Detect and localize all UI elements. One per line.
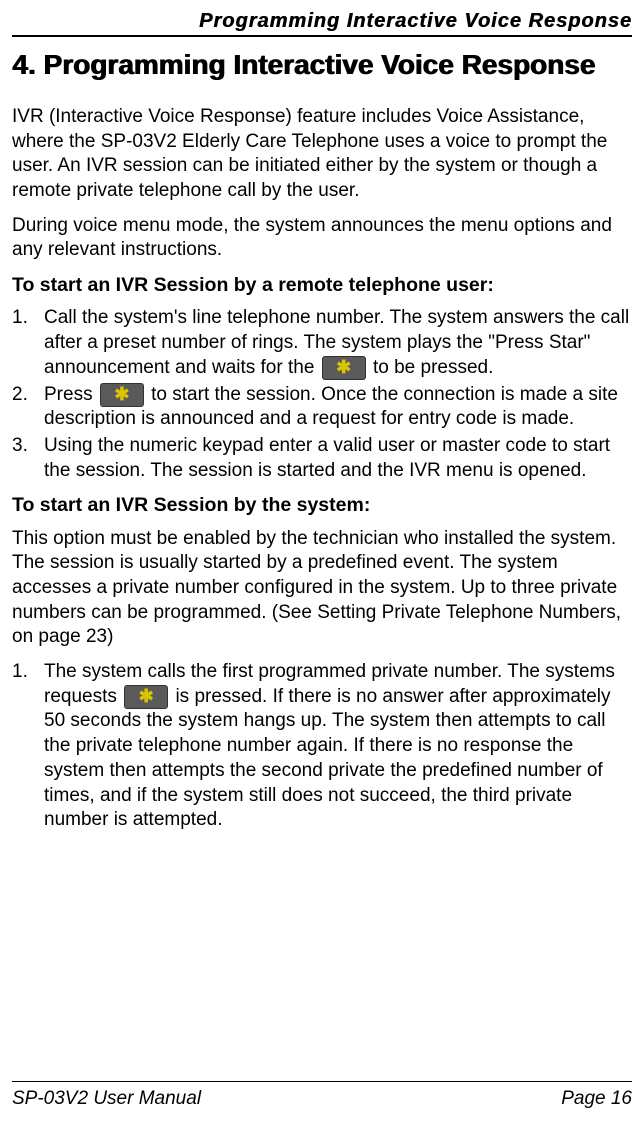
section-b-paragraph: This option must be enabled by the techn…	[12, 527, 632, 650]
list-text-post: to be pressed.	[373, 357, 493, 378]
list-number: 2.	[12, 383, 28, 408]
list-text-pre: Press	[44, 384, 98, 405]
intro-paragraph-1: IVR (Interactive Voice Response) feature…	[12, 105, 632, 204]
list-number: 3.	[12, 434, 28, 459]
section-a-heading: To start an IVR Session by a remote tele…	[12, 273, 632, 298]
footer-right: Page 16	[561, 1088, 632, 1110]
chapter-title-text: Programming Interactive Voice Response	[43, 49, 595, 80]
list-item: 1. The system calls the first programmed…	[12, 660, 632, 833]
section-b-heading: To start an IVR Session by the system:	[12, 493, 632, 518]
list-item: 1. Call the system's line telephone numb…	[12, 306, 632, 380]
running-title: Programming Interactive Voice Response	[199, 10, 632, 32]
page-footer: SP-03V2 User Manual Page 16	[12, 1081, 632, 1110]
star-key-icon	[322, 356, 366, 380]
section-b-list: 1. The system calls the first programmed…	[12, 660, 632, 833]
list-number: 1.	[12, 306, 28, 331]
chapter-heading: 4. Programming Interactive Voice Respons…	[12, 49, 632, 81]
footer-left: SP-03V2 User Manual	[12, 1088, 201, 1110]
chapter-number: 4.	[12, 49, 35, 80]
intro-paragraph-2: During voice menu mode, the system annou…	[12, 214, 632, 263]
page-header: Programming Interactive Voice Response	[12, 10, 632, 37]
list-text: Using the numeric keypad enter a valid u…	[44, 435, 610, 481]
list-item: 3. Using the numeric keypad enter a vali…	[12, 434, 632, 483]
section-a-list: 1. Call the system's line telephone numb…	[12, 306, 632, 483]
list-number: 1.	[12, 660, 28, 685]
list-item: 2. Press to start the session. Once the …	[12, 383, 632, 432]
star-key-icon	[100, 383, 144, 407]
star-key-icon	[124, 685, 168, 709]
